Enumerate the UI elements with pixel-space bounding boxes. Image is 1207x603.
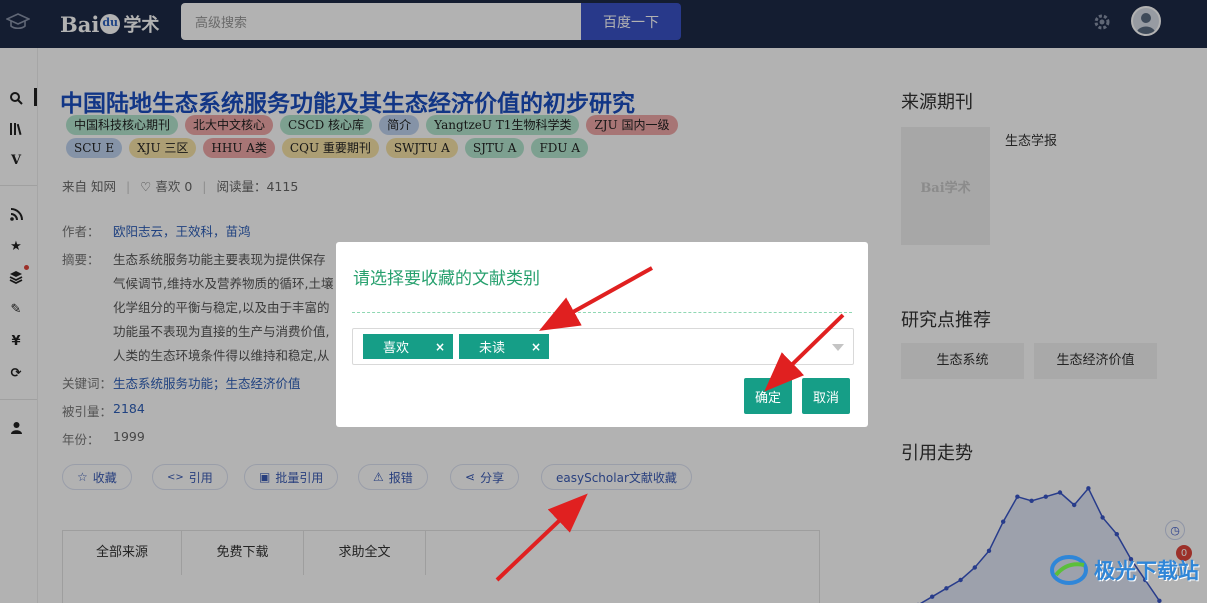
dialog-title: 请选择要收藏的文献类别	[353, 269, 540, 289]
chip-remove-icon[interactable]: ×	[531, 340, 541, 354]
confirm-button[interactable]: 确定	[744, 378, 792, 414]
dialog-divider	[352, 312, 852, 313]
cancel-button[interactable]: 取消	[802, 378, 850, 414]
chip-label: 未读	[479, 341, 506, 356]
category-chip-unread: 未读 ×	[459, 334, 549, 359]
watermark-logo-icon	[1050, 555, 1088, 585]
category-chip-like: 喜欢 ×	[363, 334, 453, 359]
watermark: 极光下载站	[1050, 553, 1199, 587]
chip-label: 喜欢	[383, 341, 410, 356]
collect-category-dialog: 请选择要收藏的文献类别 喜欢 × 未读 × 确定 取消	[336, 242, 868, 427]
chip-remove-icon[interactable]: ×	[435, 340, 445, 354]
watermark-text: 极光下载站	[1094, 559, 1199, 583]
chevron-down-icon[interactable]	[832, 344, 844, 351]
category-multiselect[interactable]: 喜欢 × 未读 ×	[352, 328, 854, 365]
